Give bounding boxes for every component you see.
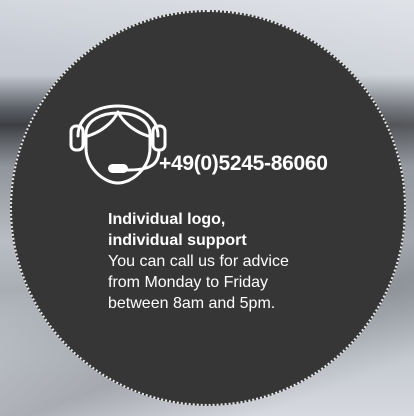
body-line-2: from Monday to Friday <box>108 274 269 291</box>
heading-line-2: individual support <box>108 232 247 249</box>
phone-number[interactable]: +49(0)5245-86060 <box>159 152 328 176</box>
heading-line-1: Individual logo, <box>108 211 226 228</box>
body-line-3: between 8am and 5pm. <box>108 295 276 312</box>
support-info-text: Individual logo, individual support You … <box>108 209 348 314</box>
body-line-1: You can call us for advice <box>108 253 289 270</box>
headset-support-icon <box>69 104 167 185</box>
contact-circle-badge <box>10 10 406 406</box>
